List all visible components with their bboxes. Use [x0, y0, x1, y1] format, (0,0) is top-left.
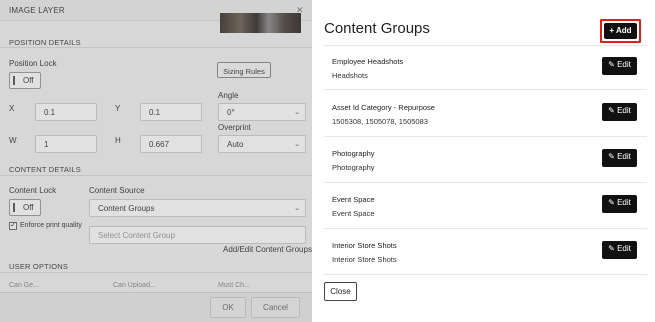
edit-button[interactable]: ✎ Edit — [602, 103, 637, 121]
edit-button-label: Edit — [617, 198, 631, 207]
edit-button[interactable]: ✎ Edit — [602, 241, 637, 259]
content-group-row: Asset Id Category - Repurpose 1505308, 1… — [324, 103, 647, 149]
image-layer-dialog: IMAGE LAYER ✕ POSITION DETAILS Position … — [0, 0, 312, 322]
group-subtitle: Event Space — [332, 209, 375, 218]
group-name: Photography — [332, 149, 375, 158]
group-name: Event Space — [332, 195, 375, 204]
group-subtitle: Interior Store Shots — [332, 255, 397, 264]
edit-button-label: Edit — [617, 106, 631, 115]
edit-button-label: Edit — [617, 244, 631, 253]
row-divider — [324, 136, 647, 137]
panel-title: Content Groups — [324, 20, 430, 37]
group-subtitle: Photography — [332, 163, 375, 172]
close-button[interactable]: Close — [324, 282, 357, 301]
content-group-row: Interior Store Shots Interior Store Shot… — [324, 241, 647, 287]
modal-backdrop[interactable] — [0, 0, 312, 322]
group-subtitle: Headshots — [332, 71, 368, 80]
group-subtitle: 1505308, 1505078, 1505083 — [332, 117, 428, 126]
add-button-label: Add — [616, 26, 632, 35]
content-groups-panel: Content Groups + Add Employee Headshots … — [312, 0, 655, 322]
pencil-icon: ✎ — [608, 152, 615, 161]
content-group-row: Event Space Event Space ✎ Edit — [324, 195, 647, 241]
group-name: Asset Id Category - Repurpose — [332, 103, 435, 112]
edit-button[interactable]: ✎ Edit — [602, 195, 637, 213]
content-group-row: Employee Headshots Headshots ✎ Edit — [324, 57, 647, 103]
row-divider — [324, 274, 647, 275]
edit-button-label: Edit — [617, 152, 631, 161]
plus-icon: + — [609, 26, 615, 35]
edit-button[interactable]: ✎ Edit — [602, 149, 637, 167]
pencil-icon: ✎ — [608, 198, 615, 207]
edit-button-label: Edit — [617, 60, 631, 69]
add-button[interactable]: + Add — [604, 23, 637, 39]
row-divider — [324, 89, 647, 90]
row-divider — [324, 45, 647, 46]
row-divider — [324, 228, 647, 229]
add-button-highlight: + Add — [600, 19, 641, 43]
edit-button[interactable]: ✎ Edit — [602, 57, 637, 75]
group-name: Employee Headshots — [332, 57, 404, 66]
pencil-icon: ✎ — [608, 244, 615, 253]
pencil-icon: ✎ — [608, 106, 615, 115]
content-group-row: Photography Photography ✎ Edit — [324, 149, 647, 195]
pencil-icon: ✎ — [608, 60, 615, 69]
group-name: Interior Store Shots — [332, 241, 397, 250]
row-divider — [324, 182, 647, 183]
